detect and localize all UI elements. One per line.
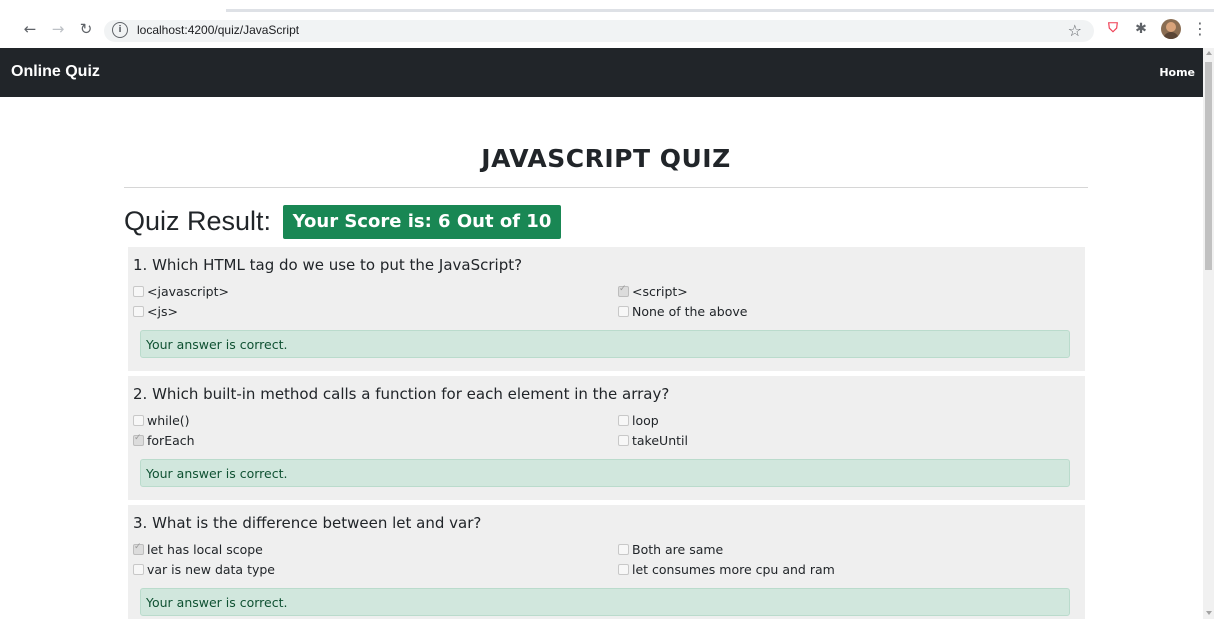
option-checkbox[interactable]	[618, 415, 629, 426]
option-label: var is new data type	[147, 562, 275, 577]
back-icon[interactable]: ←	[18, 17, 42, 41]
answer-feedback: Your answer is correct.	[140, 588, 1070, 616]
option-label: Both are same	[632, 542, 724, 557]
tab-strip	[0, 0, 1214, 12]
option-label: while()	[147, 413, 190, 428]
option-checkbox-checked[interactable]	[618, 284, 629, 297]
scrollbar-thumb[interactable]	[1205, 62, 1212, 270]
answer-option[interactable]: <script>	[618, 284, 688, 299]
answer-option[interactable]: loop	[618, 413, 659, 428]
answer-option[interactable]: forEach	[133, 433, 195, 448]
answer-option[interactable]: let consumes more cpu and ram	[618, 562, 835, 577]
question-card-1: 1. Which HTML tag do we use to put the J…	[128, 247, 1085, 371]
question-title: 2. Which built-in method calls a functio…	[133, 385, 670, 403]
option-label: <script>	[632, 284, 688, 299]
scroll-up-arrow-icon[interactable]	[1206, 51, 1212, 55]
site-info-icon[interactable]: i	[112, 22, 128, 38]
answer-option[interactable]: takeUntil	[618, 433, 688, 448]
option-label: forEach	[147, 433, 195, 448]
option-label: None of the above	[632, 304, 748, 319]
answer-option[interactable]: <javascript>	[133, 284, 229, 299]
page-scrollbar[interactable]	[1203, 48, 1214, 619]
browser-chrome: ← → ↻ i localhost:4200/quiz/JavaScript ☆…	[0, 0, 1214, 48]
navbar-brand[interactable]: Online Quiz	[11, 63, 100, 81]
option-label: loop	[632, 413, 659, 428]
option-label: let has local scope	[147, 542, 263, 557]
app-navbar: Online Quiz Home	[0, 48, 1203, 97]
option-checkbox[interactable]	[618, 544, 629, 555]
browser-menu-icon[interactable]: ⋮	[1192, 18, 1208, 40]
answer-option[interactable]: let has local scope	[133, 542, 263, 557]
quiz-result-label: Quiz Result:	[124, 206, 272, 236]
extensions-puzzle-icon[interactable]: ✱	[1130, 18, 1152, 40]
question-card-2: 2. Which built-in method calls a functio…	[128, 376, 1085, 500]
address-bar[interactable]: i localhost:4200/quiz/JavaScript ☆	[104, 20, 1094, 42]
answer-option[interactable]: <js>	[133, 304, 178, 319]
option-checkbox[interactable]	[133, 564, 144, 575]
answer-feedback: Your answer is correct.	[140, 330, 1070, 358]
answer-option[interactable]: while()	[133, 413, 190, 428]
browser-toolbar: ← → ↻ i localhost:4200/quiz/JavaScript ☆…	[0, 12, 1214, 48]
option-label: takeUntil	[632, 433, 688, 448]
answer-option[interactable]: Both are same	[618, 542, 723, 557]
pocket-extension-icon[interactable]: ⛉	[1102, 18, 1124, 40]
forward-icon[interactable]: →	[46, 17, 70, 41]
option-checkbox-checked[interactable]	[133, 433, 144, 446]
option-label: <javascript>	[147, 284, 229, 299]
quiz-content: JAVASCRIPT QUIZ Quiz Result: Your Score …	[124, 97, 1088, 619]
address-url[interactable]: localhost:4200/quiz/JavaScript	[137, 23, 299, 37]
score-badge: Your Score is: 6 Out of 10	[283, 205, 561, 239]
option-checkbox[interactable]	[133, 306, 144, 317]
title-divider	[124, 187, 1088, 188]
profile-avatar[interactable]	[1161, 19, 1181, 39]
page-title: JAVASCRIPT QUIZ	[481, 144, 731, 173]
option-checkbox-checked[interactable]	[133, 542, 144, 555]
option-checkbox[interactable]	[618, 435, 629, 446]
answer-option[interactable]: var is new data type	[133, 562, 275, 577]
answer-feedback: Your answer is correct.	[140, 459, 1070, 487]
option-checkbox[interactable]	[133, 415, 144, 426]
nav-home-link[interactable]: Home	[1159, 66, 1195, 79]
option-checkbox[interactable]	[133, 286, 144, 297]
option-label: <js>	[147, 304, 178, 319]
reload-icon[interactable]: ↻	[74, 17, 98, 41]
option-checkbox[interactable]	[618, 306, 629, 317]
question-title: 1. Which HTML tag do we use to put the J…	[133, 256, 523, 274]
question-title: 3. What is the difference between let an…	[133, 514, 482, 532]
answer-option[interactable]: None of the above	[618, 304, 747, 319]
question-card-3: 3. What is the difference between let an…	[128, 505, 1085, 619]
bookmark-star-icon[interactable]: ☆	[1068, 21, 1082, 40]
scroll-down-arrow-icon[interactable]	[1206, 611, 1212, 615]
option-label: let consumes more cpu and ram	[632, 562, 835, 577]
option-checkbox[interactable]	[618, 564, 629, 575]
